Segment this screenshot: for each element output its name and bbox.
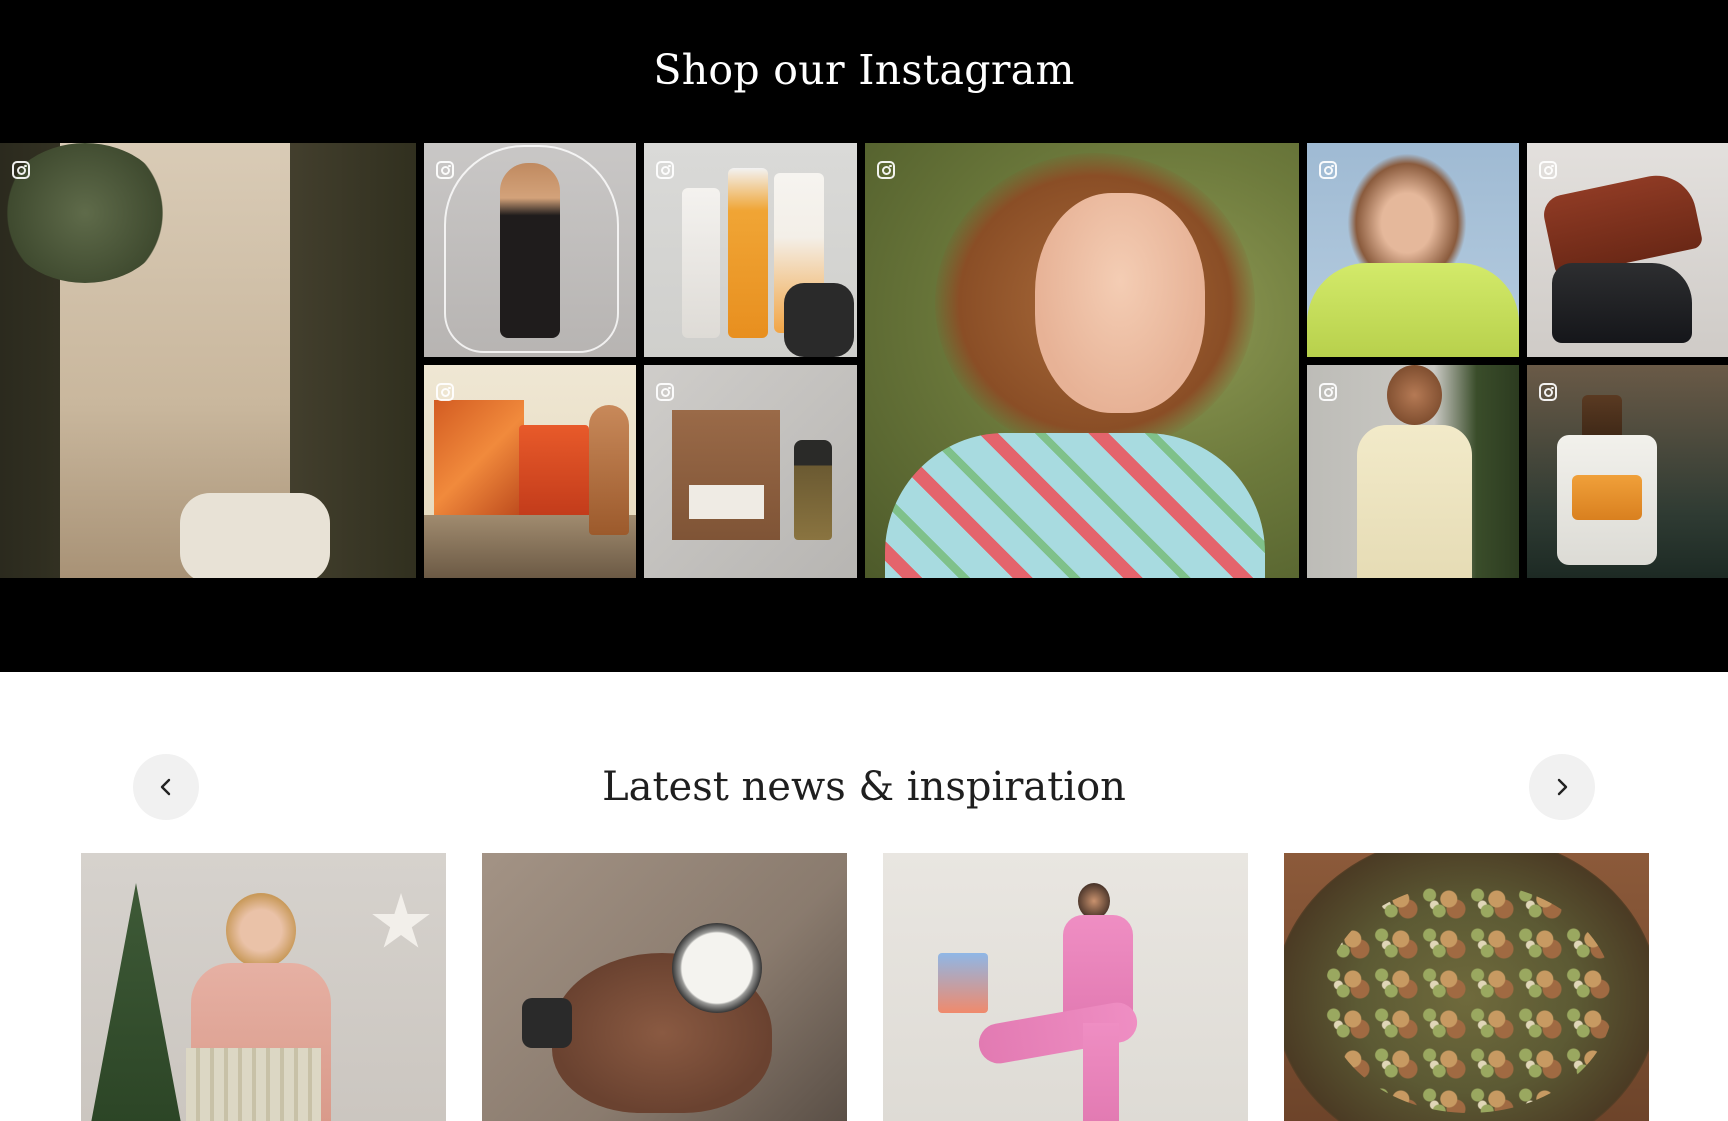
post-image <box>794 440 832 540</box>
instagram-post-hair-products[interactable] <box>644 143 857 357</box>
post-image <box>672 410 780 540</box>
card-image-detail <box>372 893 430 948</box>
card-image-detail <box>938 953 988 1013</box>
post-image-detail <box>1307 263 1519 357</box>
instagram-post-candles[interactable] <box>424 365 636 578</box>
post-image-detail <box>689 485 764 519</box>
post-image <box>1387 365 1442 425</box>
card-image-detail <box>522 998 572 1048</box>
post-image-detail <box>784 283 854 357</box>
instagram-post-girl-portrait[interactable] <box>865 143 1299 578</box>
instagram-section: Shop our Instagram <box>0 0 1728 672</box>
instagram-post-man-polo[interactable] <box>1307 365 1519 578</box>
instagram-icon <box>436 383 454 401</box>
instagram-icon <box>877 161 895 179</box>
post-image <box>682 188 720 338</box>
instagram-icon <box>656 161 674 179</box>
instagram-post-proraso[interactable] <box>1527 365 1728 578</box>
instagram-post-leather-boots[interactable] <box>1527 143 1728 357</box>
article-card-trail-mix[interactable] <box>1284 853 1649 1121</box>
instagram-icon <box>656 383 674 401</box>
instagram-icon <box>12 161 30 179</box>
carousel-next-button[interactable] <box>1529 754 1595 820</box>
card-image-detail <box>1083 1023 1119 1121</box>
instagram-post-green-knit[interactable] <box>1307 143 1519 357</box>
card-image-detail <box>672 923 762 1013</box>
instagram-icon <box>1539 161 1557 179</box>
article-card-christmas-gifts[interactable] <box>81 853 446 1121</box>
instagram-post-black-dress[interactable] <box>424 143 636 357</box>
post-image-detail <box>1357 425 1472 578</box>
card-image-detail <box>1324 883 1614 1113</box>
post-image-detail <box>1572 475 1642 520</box>
instagram-icon <box>1319 161 1337 179</box>
post-image <box>1035 193 1205 413</box>
card-image-detail <box>226 893 296 968</box>
post-image-detail <box>885 433 1265 578</box>
instagram-post-sandals[interactable] <box>0 143 416 578</box>
instagram-post-le-labo[interactable] <box>644 365 857 578</box>
instagram-icon <box>1539 383 1557 401</box>
card-image-detail <box>186 1048 321 1121</box>
instagram-icon <box>1319 383 1337 401</box>
article-card-skincare-balm[interactable] <box>482 853 847 1121</box>
article-card-pink-suit[interactable] <box>883 853 1248 1121</box>
instagram-icon <box>436 161 454 179</box>
card-image <box>1078 883 1110 919</box>
instagram-title: Shop our Instagram <box>653 46 1075 94</box>
post-image-detail <box>1552 263 1692 343</box>
post-image <box>434 400 524 520</box>
post-image <box>1540 168 1704 278</box>
post-image-detail <box>589 405 629 535</box>
news-title: Latest news & inspiration <box>602 764 1126 810</box>
post-image <box>519 425 589 520</box>
chevron-right-icon <box>1557 778 1568 796</box>
post-image-detail <box>444 145 619 353</box>
post-image <box>1582 395 1622 440</box>
post-image-detail <box>180 493 330 578</box>
card-image <box>91 883 181 1121</box>
post-image <box>728 168 768 338</box>
